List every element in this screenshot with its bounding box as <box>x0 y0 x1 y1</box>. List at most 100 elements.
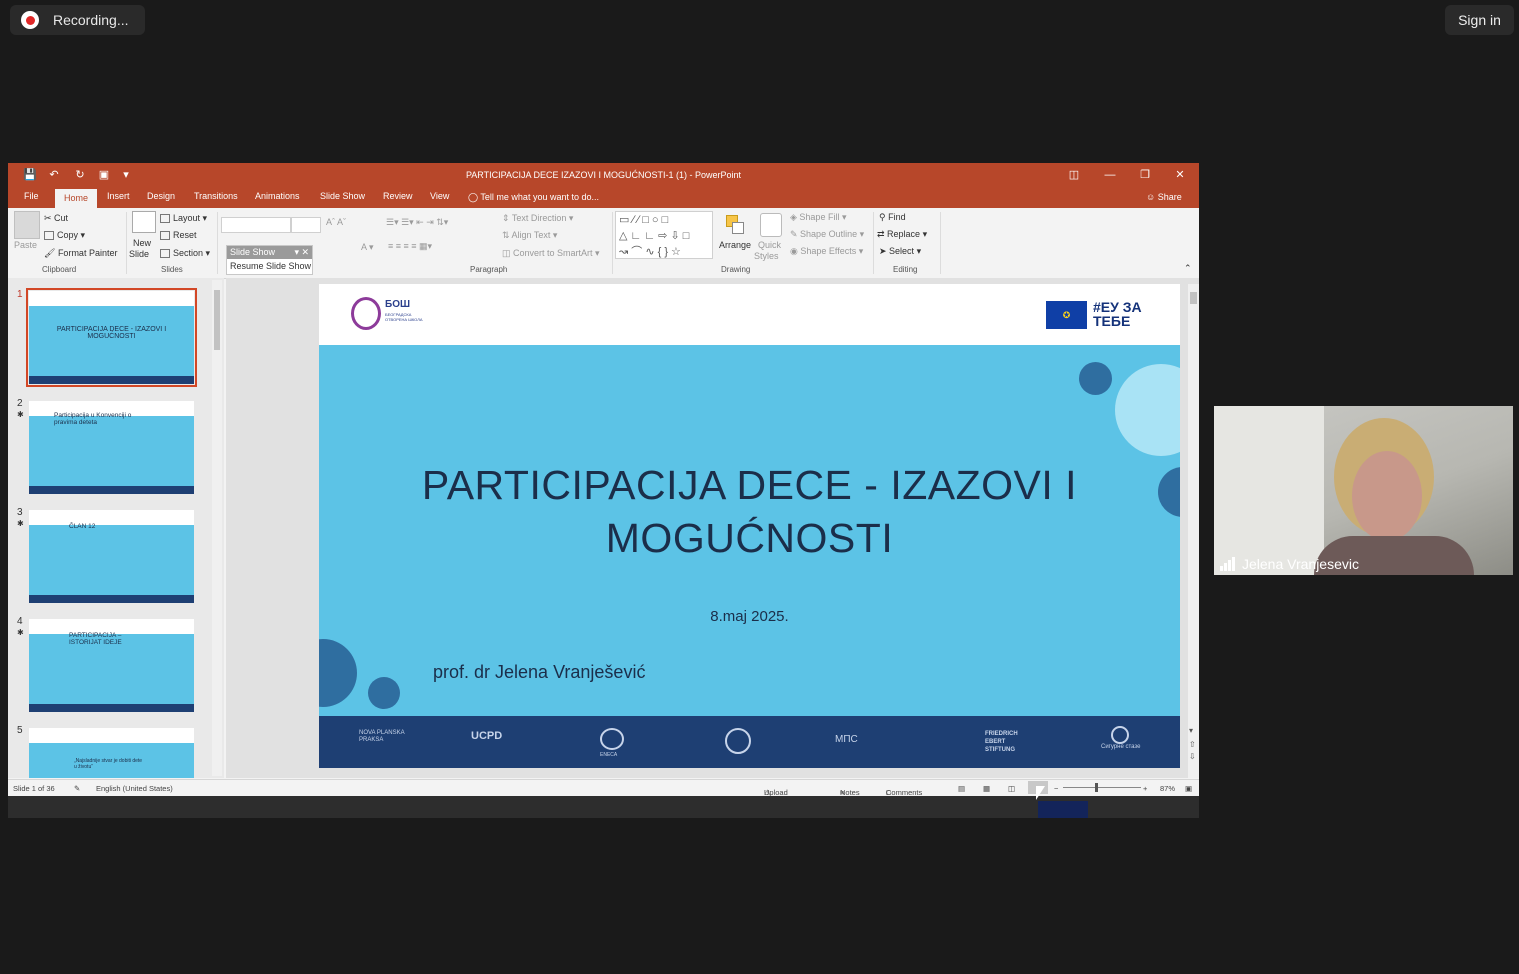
copy-button[interactable]: Copy ▾ <box>44 230 85 241</box>
slide-date[interactable]: 8.maj 2025. <box>319 608 1180 625</box>
tab-insert[interactable]: Insert <box>107 191 130 201</box>
grow-font-icon[interactable]: Aˆ Aˇ <box>326 217 346 227</box>
align-text-button[interactable]: ⇅ Align Text ▾ <box>502 230 557 241</box>
slide-number: 4 <box>17 616 23 627</box>
partner-logo: FRIEDRICH EBERT STIFTUNG <box>985 731 1018 753</box>
select-button[interactable]: ➤ Select ▾ <box>879 246 921 257</box>
arrange-button[interactable]: Arrange <box>719 240 751 250</box>
format-painter-button[interactable]: 🖌 Format Painter <box>44 248 117 259</box>
normal-view-icon[interactable]: ▤ <box>958 784 965 793</box>
reading-view-icon[interactable]: ◫ <box>1008 784 1015 793</box>
partner-logo-strip: NOVA PLANSKA PRAKSA UCPD ENECA МПС FRIED… <box>319 716 1180 768</box>
paste-button[interactable]: Paste <box>14 240 37 250</box>
layout-button[interactable]: Layout ▾ <box>160 213 207 224</box>
slide-title[interactable]: PARTICIPACIJA DECE - IZAZOVI I MOGUĆNOST… <box>379 459 1120 565</box>
tab-home[interactable]: Home <box>55 189 97 208</box>
sign-in-button[interactable]: Sign in <box>1445 5 1514 35</box>
new-slide-button[interactable]: New <box>133 238 151 248</box>
language-indicator[interactable]: English (United States) <box>96 784 173 793</box>
tab-design[interactable]: Design <box>147 191 175 201</box>
shapes-gallery[interactable]: ▭ ∕ ∕ □ ○ □ △ ∟ ∟ ⇨ ⇩ □ ↝ ⌒ ∿ { } ☆ <box>615 211 713 259</box>
collapse-ribbon-icon[interactable]: ⌃ <box>1184 263 1192 274</box>
previous-slide-icon[interactable]: ⇧ <box>1189 740 1196 749</box>
thumbnail-title: PARTICIPACIJA DECE - IZAZOVI I MOGUĆNOST… <box>56 326 167 340</box>
zoom-slider-thumb[interactable] <box>1095 783 1098 792</box>
slide-scrollbar[interactable]: ▾ ⇧ ⇩ <box>1188 284 1199 778</box>
paste-icon[interactable] <box>14 211 40 239</box>
font-name-select[interactable] <box>221 217 291 233</box>
minimize-icon[interactable]: — <box>1095 165 1125 185</box>
shape-effects-label: Shape Effects <box>800 246 857 256</box>
zoom-level[interactable]: 87% <box>1160 784 1175 793</box>
fit-to-window-icon[interactable]: ▣ <box>1185 784 1192 793</box>
slide-thumbnail[interactable]: PARTICIPACIJA DECE - IZAZOVI I MOGUĆNOST… <box>26 288 197 387</box>
find-label: Find <box>888 212 906 222</box>
layout-icon <box>160 214 170 224</box>
taskbar-item[interactable] <box>1038 801 1088 818</box>
scroll-thumb[interactable] <box>1190 292 1197 304</box>
cursor-icon: ➤ <box>879 246 890 256</box>
resume-slide-show-button[interactable]: Resume Slide Show <box>230 261 311 271</box>
scroll-down-icon[interactable]: ▾ <box>1189 726 1193 735</box>
section-button[interactable]: Section ▾ <box>160 248 210 259</box>
scroll-thumb[interactable] <box>214 290 220 350</box>
spell-check-icon[interactable]: ✎ <box>74 784 80 793</box>
current-slide[interactable]: БОШ БЕОГРАДСКА ОТВОРЕНА ШКОЛА ✪ #ЕУ ЗА Т… <box>319 284 1180 768</box>
pen-icon: ✎ <box>790 229 801 239</box>
tab-file[interactable]: File <box>24 191 39 201</box>
shape-effects-button[interactable]: ◉ Shape Effects ▾ <box>790 246 863 257</box>
convert-smartart-button[interactable]: ◫ Convert to SmartArt ▾ <box>502 248 600 259</box>
section-icon <box>160 249 170 259</box>
find-button[interactable]: ⚲ Find <box>879 212 906 223</box>
quick-styles-icon[interactable] <box>760 213 782 237</box>
slide-sorter-icon[interactable]: ▦ <box>983 784 990 793</box>
search-icon: ⚲ <box>879 212 889 222</box>
shape-outline-button[interactable]: ✎ Shape Outline ▾ <box>790 229 864 240</box>
zoom-slider[interactable] <box>1063 787 1141 788</box>
participant-video[interactable]: Jelena Vranjesevic <box>1214 406 1513 575</box>
window-title: PARTICIPACIJA DECE IZAZOVI I MOGUĆNOSTI-… <box>465 170 742 180</box>
recording-label: Recording... <box>53 12 129 28</box>
slide-thumbnail[interactable]: „Najsladnije stvar je dobiti dete u živo… <box>29 728 194 778</box>
section-label: Section <box>173 248 204 258</box>
next-slide-icon[interactable]: ⇩ <box>1189 752 1196 761</box>
slide-thumbnail[interactable]: PARTICIPACIJA – ISTORIJAT IDEJE <box>29 619 194 712</box>
tell-me-box[interactable]: ◯ Tell me what you want to do... <box>468 192 599 203</box>
font-size-select[interactable] <box>291 217 321 233</box>
new-slide-button-line2[interactable]: Slide <box>129 249 149 259</box>
eu-logo-text: #ЕУ ЗА ТЕБЕ <box>1093 299 1142 329</box>
restore-icon[interactable]: ❐ <box>1130 165 1160 185</box>
slideshow-popup: Slide Show ▾ ✕ Resume Slide Show <box>226 245 313 275</box>
reset-button[interactable]: Reset <box>160 230 197 241</box>
shape-fill-button[interactable]: ◈ Shape Fill ▾ <box>790 212 846 223</box>
arrange-icon[interactable] <box>724 213 744 235</box>
replace-button[interactable]: ⇄ Replace ▾ <box>877 229 927 240</box>
text-direction-button[interactable]: ⇕ Text Direction ▾ <box>502 213 573 224</box>
close-icon[interactable]: ▾ ✕ <box>294 246 309 259</box>
slide-thumbnail[interactable]: ČLAN 12 <box>29 510 194 603</box>
tab-view[interactable]: View <box>430 191 449 201</box>
align-icons[interactable]: ≡ ≡ ≡ ≡ ▦▾ <box>388 241 432 252</box>
cut-button[interactable]: ✂ Cut <box>44 213 68 224</box>
bullets-icon[interactable]: ☰▾ ☰▾ ⇤ ⇥ ⇅▾ <box>386 217 448 228</box>
tab-slide-show[interactable]: Slide Show <box>320 191 365 201</box>
tab-transitions[interactable]: Transitions <box>194 191 238 201</box>
quick-styles-button[interactable]: Quick <box>758 240 781 250</box>
tab-animations[interactable]: Animations <box>255 191 300 201</box>
replace-icon: ⇄ <box>877 229 888 239</box>
partner-logo: ENECA <box>600 752 618 758</box>
ribbon-display-icon[interactable]: ◫ <box>1059 165 1089 185</box>
tab-review[interactable]: Review <box>383 191 413 201</box>
slide-author[interactable]: prof. dr Jelena Vranješević <box>433 662 645 683</box>
quick-styles-button-line2[interactable]: Styles <box>754 251 779 261</box>
zoom-out-icon[interactable]: − <box>1054 784 1058 793</box>
font-color-icon[interactable]: A ▾ <box>361 242 374 253</box>
thumbnail-scrollbar[interactable] <box>212 280 222 776</box>
slide-thumbnail[interactable]: Participacija u Konvenciji o pravima det… <box>29 401 194 494</box>
new-slide-icon[interactable] <box>132 211 156 233</box>
zoom-in-icon[interactable]: + <box>1143 784 1147 793</box>
share-button[interactable]: ☺ Share <box>1146 192 1182 202</box>
reset-label: Reset <box>173 230 197 240</box>
recording-indicator[interactable]: Recording... <box>10 5 145 35</box>
close-icon[interactable]: ✕ <box>1165 165 1195 185</box>
